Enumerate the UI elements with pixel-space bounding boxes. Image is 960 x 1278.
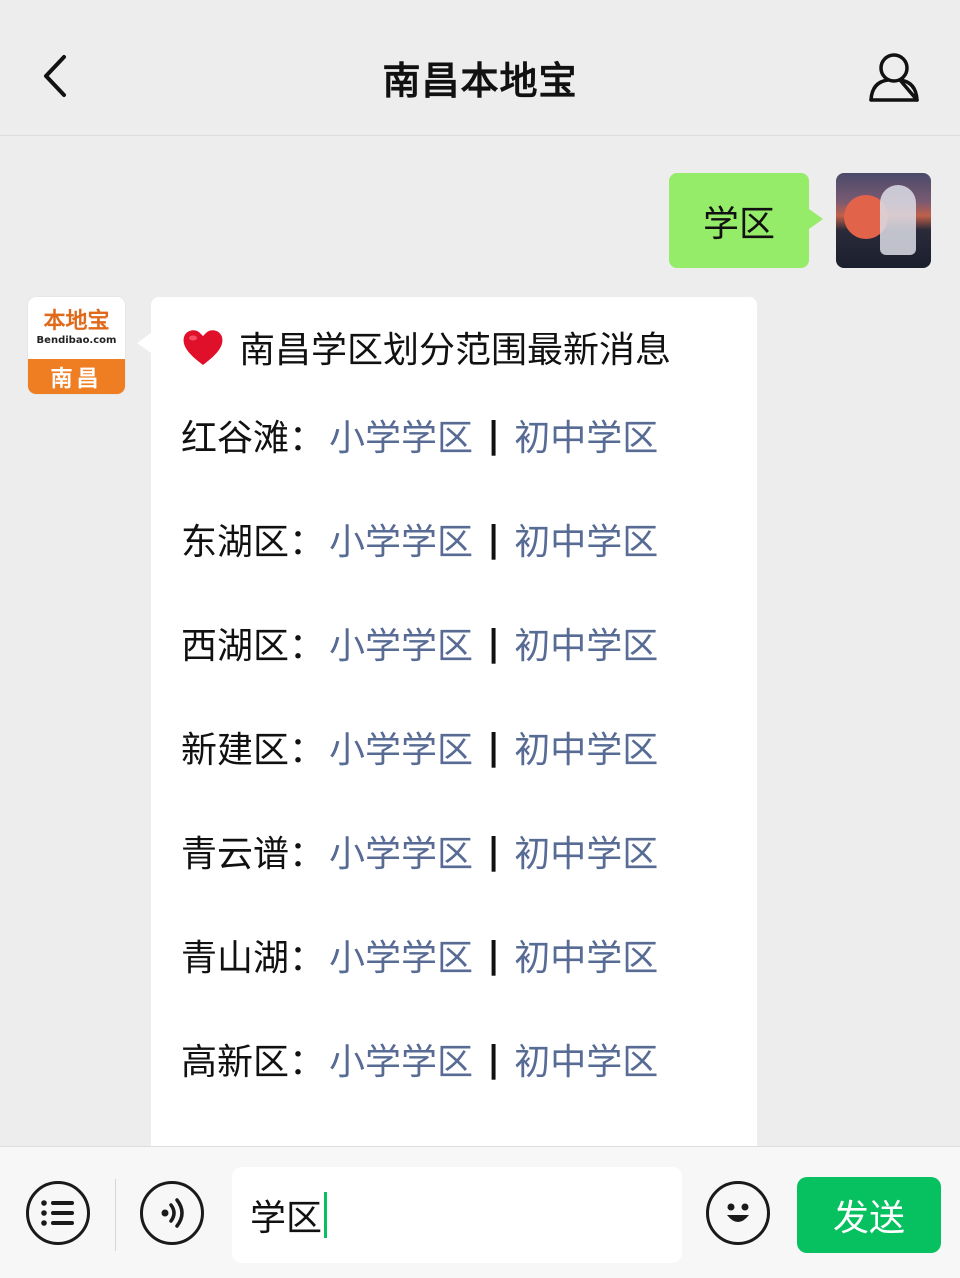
district-name: 东湖区 (181, 522, 290, 563)
district-row: 东湖区：小学学区 | 初中学区 (181, 513, 658, 565)
link-separator: | (487, 518, 501, 560)
outgoing-message-text: 学区 (702, 203, 775, 245)
message-input-value: 学区 (250, 1198, 323, 1239)
colon-separator: ： (289, 834, 326, 875)
heart-icon (183, 330, 223, 365)
colon-separator: ： (289, 418, 326, 459)
primary-school-link[interactable]: 小学学区 (329, 1033, 473, 1085)
middle-school-link[interactable]: 初中学区 (514, 409, 658, 461)
middle-school-link[interactable]: 初中学区 (514, 617, 658, 669)
logo-city: 南昌 (28, 359, 125, 394)
incoming-message: 南昌学区划分范围最新消息 红谷滩：小学学区 | 初中学区 东湖区：小学学区 | 初中学区西… (137, 297, 757, 1146)
top-bar: 南昌本地宝 (0, 0, 960, 136)
middle-school-link[interactable]: 初中学区 (514, 513, 658, 565)
profile-button[interactable] (866, 50, 922, 106)
emoji-button[interactable] (706, 1181, 770, 1245)
district-name: 青云谱 (181, 834, 290, 875)
primary-school-link[interactable]: 小学学区 (329, 513, 473, 565)
link-separator: | (487, 622, 501, 664)
text-caret (324, 1192, 328, 1238)
district-row: 红谷滩：小学学区 | 初中学区 (181, 409, 658, 461)
menu-button[interactable] (26, 1181, 90, 1245)
avatar-figure (880, 185, 916, 255)
link-separator: | (487, 830, 501, 872)
message-input[interactable]: 学区 (232, 1167, 682, 1263)
colon-separator: ： (289, 522, 326, 563)
input-bar: 学区 发送 (0, 1146, 960, 1278)
link-separator: | (487, 934, 501, 976)
voice-button[interactable] (140, 1181, 204, 1245)
chat-area[interactable]: 学区 本地宝 Bendibao.com 南昌 南昌学区划分范围最新消息 红谷滩：… (0, 136, 960, 1146)
link-separator: | (487, 414, 501, 456)
middle-school-link[interactable]: 初中学区 (514, 929, 658, 981)
list-icon (41, 1200, 74, 1226)
district-row: 西湖区：小学学区 | 初中学区 (181, 617, 658, 669)
link-separator: | (487, 726, 501, 768)
user-icon (869, 53, 919, 102)
primary-school-link[interactable]: 小学学区 (329, 929, 473, 981)
divider (115, 1179, 116, 1251)
chat-title: 南昌本地宝 (382, 59, 578, 103)
middle-school-link[interactable]: 初中学区 (514, 1033, 658, 1085)
primary-school-link[interactable]: 小学学区 (329, 825, 473, 877)
message-title-text: 南昌学区划分范围最新消息 (239, 330, 672, 371)
middle-school-link[interactable]: 初中学区 (514, 721, 658, 773)
link-separator: | (487, 1038, 501, 1080)
colon-separator: ： (289, 1042, 326, 1083)
send-button[interactable]: 发送 (797, 1177, 941, 1253)
primary-school-link[interactable]: 小学学区 (329, 409, 473, 461)
primary-school-link[interactable]: 小学学区 (329, 617, 473, 669)
message-title: 南昌学区划分范围最新消息 (181, 321, 671, 373)
district-name: 西湖区 (181, 626, 290, 667)
logo-domain: Bendibao.com (36, 335, 117, 346)
district-name: 高新区 (181, 1042, 290, 1083)
official-account-avatar[interactable]: 本地宝 Bendibao.com 南昌 (28, 297, 125, 394)
colon-separator: ： (289, 730, 326, 771)
logo-name: 本地宝 (43, 308, 110, 334)
district-row: 青山湖：小学学区 | 初中学区 (181, 929, 658, 981)
my-avatar[interactable] (836, 173, 931, 268)
smiley-icon (727, 1203, 749, 1222)
colon-separator: ： (289, 938, 326, 979)
voice-icon (161, 1198, 184, 1228)
district-name: 红谷滩 (181, 418, 290, 459)
middle-school-link[interactable]: 初中学区 (514, 825, 658, 877)
district-row: 新建区：小学学区 | 初中学区 (181, 721, 658, 773)
colon-separator: ： (289, 626, 326, 667)
district-name: 新建区 (181, 730, 290, 771)
logo-top: 本地宝 Bendibao.com (28, 297, 125, 359)
outgoing-message[interactable]: 学区 (669, 173, 823, 268)
district-row: 高新区：小学学区 | 初中学区 (181, 1033, 658, 1085)
district-name: 青山湖 (181, 938, 290, 979)
primary-school-link[interactable]: 小学学区 (329, 721, 473, 773)
district-row: 青云谱：小学学区 | 初中学区 (181, 825, 658, 877)
